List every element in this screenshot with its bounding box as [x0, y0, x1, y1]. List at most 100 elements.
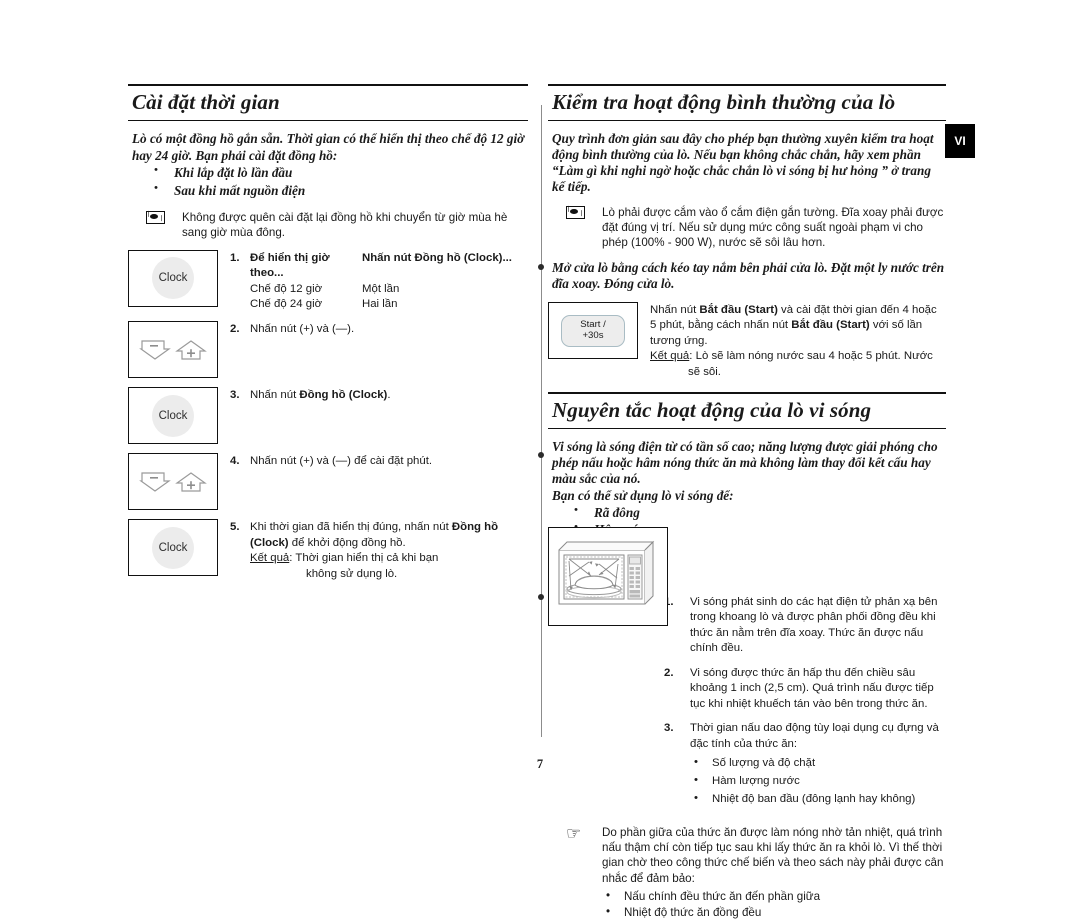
- table-row: Chế độ 24 giờ Hai lần: [250, 297, 528, 312]
- chapter-tab-vi: VI: [945, 124, 975, 158]
- clock-knob-label: Clock: [159, 410, 188, 422]
- list-item: 1. Vi sóng phát sinh do các hạt điện tử …: [660, 595, 946, 657]
- section-heading-principles: Nguyên tắc hoạt động của lò vi sóng: [548, 392, 946, 429]
- clock-knob-label: Clock: [159, 272, 188, 284]
- step-text-bold: Đồng hồ (Clock): [299, 389, 387, 401]
- step-body: Nhấn nút (+) và (—).: [250, 322, 528, 337]
- start-button-icon: Start / +30s: [561, 315, 625, 347]
- step-row: 2. Nhấn nút (+) và (—).: [128, 321, 528, 378]
- table-row: Chế độ 12 giờ Một lần: [250, 282, 528, 297]
- list-item: Nhiệt độ thức ăn đồng đều: [602, 905, 946, 920]
- list-item: Sau khi mất nguồn điện: [152, 182, 528, 200]
- start-text-bold-1: Bắt đầu (Start): [699, 304, 777, 316]
- table-cell: Chế độ 24 giờ: [250, 297, 362, 312]
- final-note-bullets: Nấu chính đều thức ăn đến phần giữa Nhiệ…: [602, 889, 946, 920]
- step-body: Khi thời gian đã hiển thị đúng, nhấn nút…: [250, 520, 528, 582]
- clock-button-panel: Clock: [128, 250, 218, 307]
- minus-arrow-icon: [139, 338, 171, 362]
- clock-knob-icon: Clock: [152, 257, 194, 299]
- clock-knob-icon: Clock: [152, 395, 194, 437]
- list-item: Rã đông: [572, 504, 946, 522]
- final-note-lead: Do phần giữa của thức ăn được làm nóng n…: [602, 826, 943, 885]
- step-number: 4.: [230, 454, 250, 469]
- intro-bullet-list: Khi lắp đặt lò lần đầu Sau khi mất nguồn…: [152, 164, 528, 200]
- result-label: Kết quả: [650, 350, 689, 362]
- step-row: Clock 1. Để hiển thị giờ theo... Nhấn nú…: [128, 250, 528, 313]
- final-note-callout: ☞ Do phần giữa của thức ăn được làm nóng…: [566, 825, 946, 920]
- divider-dot-marker: [538, 264, 544, 270]
- start-text-bold-2: Bắt đầu (Start): [791, 319, 869, 331]
- clock-button-panel: Clock: [128, 387, 218, 444]
- plus-minus-arrows-icon: [129, 322, 217, 377]
- clock-button-panel: Clock: [128, 519, 218, 576]
- section-title: Kiểm tra hoạt động bình thường của lò: [548, 86, 946, 120]
- list-item: Nấu chính đều thức ăn đến phần giữa: [602, 889, 946, 905]
- step-text: 1. Để hiển thị giờ theo... Nhấn nút Đồng…: [230, 250, 528, 313]
- pointing-hand-icon: ☞: [566, 825, 602, 920]
- left-column: Cài đặt thời gian Lò có một đồng hồ gắn …: [128, 84, 528, 582]
- page-number: 7: [0, 757, 1080, 772]
- start-step-text: Nhấn nút Bắt đầu (Start) và cài đặt thời…: [650, 302, 946, 380]
- divider-dot-marker: [538, 452, 544, 458]
- section-heading-oven-check: Kiểm tra hoạt động bình thường của lò: [548, 84, 946, 121]
- result-text: : Thời gian hiển thị cả khi bạn: [289, 552, 438, 564]
- plus-minus-button-panel: [128, 453, 218, 510]
- result-text-continued: sẽ sôi.: [650, 365, 946, 380]
- note-callout-clock: Không được quên cài đặt lại đồng hồ khi …: [146, 210, 528, 241]
- step-row: Clock 5. Khi thời gian đã hiển thị đúng,…: [128, 519, 528, 582]
- step-result: Kết quả: Thời gian hiển thị cả khi bạn: [250, 551, 528, 566]
- step-text: 4. Nhấn nút (+) và (—) để cài đặt phút.: [230, 453, 528, 469]
- document-page: VI Cài đặt thời gian Lò có một đồng hồ g…: [0, 0, 1080, 834]
- clock-knob-icon: Clock: [152, 527, 194, 569]
- heading-rule-bottom: [128, 120, 528, 121]
- note-text: Không được quên cài đặt lại đồng hồ khi …: [182, 210, 528, 241]
- heading-rule-bottom: [548, 120, 946, 121]
- step-number: 2.: [230, 322, 250, 337]
- numbered-principles-list: 1. Vi sóng phát sinh do các hạt điện tử …: [660, 595, 946, 809]
- list-item: Hàm lượng nước: [690, 773, 946, 791]
- clock-knob-label: Clock: [159, 542, 188, 554]
- step-text-post: để khởi động đồng hồ.: [289, 537, 406, 549]
- note-text: Do phần giữa của thức ăn được làm nóng n…: [602, 825, 946, 920]
- envelope-icon: [146, 210, 182, 241]
- list-item: Nhiệt độ ban đầu (đông lạnh hay không): [690, 791, 946, 809]
- minus-arrow-icon: [139, 470, 171, 494]
- step-body: Nhấn nút (+) và (—) để cài đặt phút.: [250, 454, 528, 469]
- item-text-lead: Thời gian nấu dao động tùy loại dụng cụ …: [690, 722, 939, 750]
- step-number: 3.: [230, 388, 250, 403]
- principles-intro-2: Bạn có thể sử dụng lò vi sóng để:: [552, 488, 946, 504]
- step-row: Clock 3. Nhấn nút Đồng hồ (Clock).: [128, 387, 528, 444]
- step-number: 5.: [230, 520, 250, 582]
- step-text: 3. Nhấn nút Đồng hồ (Clock).: [230, 387, 528, 403]
- item-text: Vi sóng được thức ăn hấp thu đến chiều s…: [690, 666, 946, 713]
- plus-arrow-icon: [175, 338, 207, 362]
- microwave-oven-illustration: [549, 528, 665, 623]
- table-header-row: Để hiển thị giờ theo... Nhấn nút Đồng hồ…: [250, 251, 528, 282]
- step-body: Nhấn nút Đồng hồ (Clock).: [250, 388, 528, 403]
- chapter-tab-label: VI: [954, 134, 965, 148]
- step-text-pre: Khi thời gian đã hiển thị đúng, nhấn nút: [250, 521, 452, 533]
- intro-paragraph: Quy trình đơn giản sau đây cho phép bạn …: [552, 131, 946, 194]
- item-number: 2.: [660, 666, 690, 713]
- result-label: Kết quả: [250, 552, 289, 564]
- table-header-cell: Để hiển thị giờ theo...: [250, 251, 362, 282]
- plus-arrow-icon: [175, 470, 207, 494]
- heading-rule-bottom: [548, 428, 946, 429]
- note-callout-plug: Lò phải được cắm vào ổ cắm điện gắn tườn…: [566, 205, 946, 251]
- section-title: Cài đặt thời gian: [128, 86, 528, 120]
- section-heading-set-time: Cài đặt thời gian: [128, 84, 528, 121]
- start-button-panel: Start / +30s: [548, 302, 638, 359]
- table-header-cell: Nhấn nút Đồng hồ (Clock)...: [362, 251, 528, 282]
- step-text-pre: Nhấn nút: [250, 389, 299, 401]
- step-row: 4. Nhấn nút (+) và (—) để cài đặt phút.: [128, 453, 528, 510]
- microwave-illustration-panel: [548, 527, 668, 626]
- start-result: Kết quả: Lò sẽ làm nóng nước sau 4 hoặc …: [650, 349, 946, 364]
- plus-minus-arrows-icon: [129, 454, 217, 509]
- step-text: 5. Khi thời gian đã hiển thị đúng, nhấn …: [230, 519, 528, 582]
- table-cell: Hai lần: [362, 297, 528, 312]
- list-item: 2. Vi sóng được thức ăn hấp thu đến chiề…: [660, 666, 946, 713]
- result-text: : Lò sẽ làm nóng nước sau 4 hoặc 5 phút.…: [689, 350, 933, 362]
- divider-dot-marker: [538, 594, 544, 600]
- step-number: 1.: [230, 251, 250, 313]
- step-text-post: .: [387, 389, 390, 401]
